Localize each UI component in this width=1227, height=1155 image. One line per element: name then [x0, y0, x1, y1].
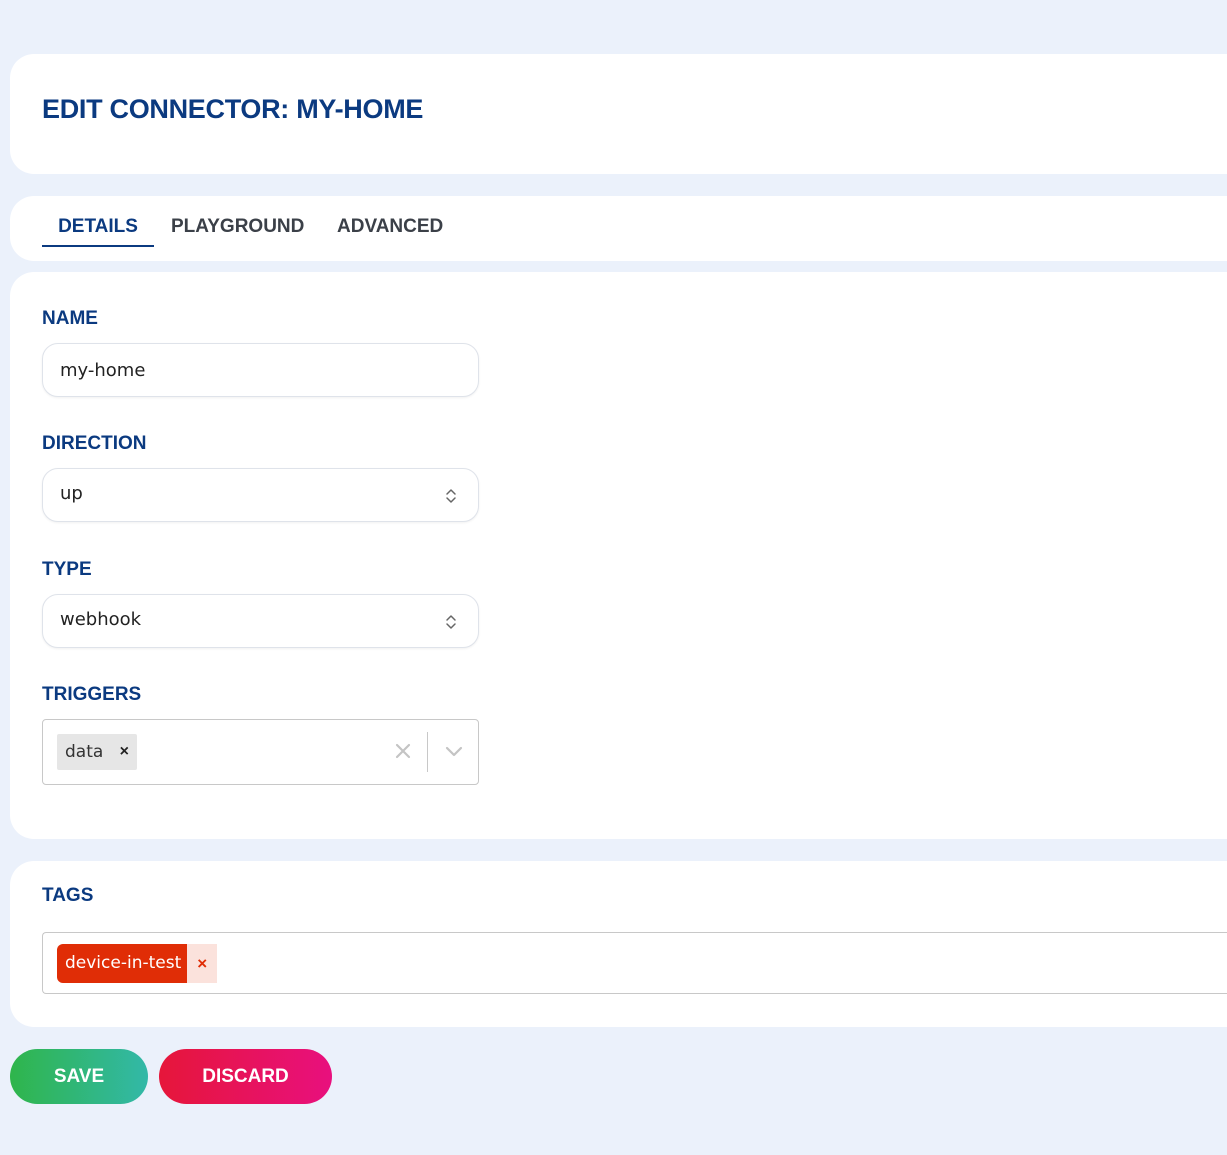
direction-select[interactable]: up	[42, 468, 479, 522]
page-title: EDIT CONNECTOR: MY-HOME	[42, 94, 424, 124]
tab-details[interactable]: DETAILS	[42, 216, 154, 247]
type-select-value: webhook	[60, 609, 142, 630]
tab-advanced[interactable]: ADVANCED	[337, 216, 443, 247]
trigger-chip: data ×	[57, 734, 138, 770]
tag-chip-remove-icon[interactable]: ×	[187, 944, 218, 983]
tags-label: TAGS	[42, 885, 94, 906]
tag-chip: device-in-test ×	[57, 944, 218, 983]
select-caret-icon	[446, 615, 456, 629]
indicator-separator	[427, 732, 428, 772]
tabs-bar: DETAILS PLAYGROUND ADVANCED	[10, 196, 1227, 261]
tags-card: TAGS device-in-test ×	[10, 861, 1227, 1027]
type-label: TYPE	[42, 559, 92, 580]
name-input[interactable]	[43, 344, 478, 396]
triggers-multiselect[interactable]: data ×	[42, 719, 479, 785]
save-button[interactable]: SAVE	[10, 1049, 148, 1104]
name-label: NAME	[42, 308, 98, 329]
clear-icon[interactable]	[394, 742, 412, 760]
direction-select-value: up	[60, 483, 83, 504]
trigger-chip-remove-icon[interactable]: ×	[111, 734, 137, 770]
tab-playground[interactable]: PLAYGROUND	[171, 216, 304, 247]
triggers-label: TRIGGERS	[42, 684, 142, 705]
trigger-chip-label: data	[65, 742, 104, 762]
select-caret-icon	[446, 489, 456, 503]
name-field-wrapper	[42, 343, 479, 397]
header-card: EDIT CONNECTOR: MY-HOME	[10, 54, 1227, 174]
discard-button[interactable]: DISCARD	[159, 1049, 332, 1104]
tag-chip-label: device-in-test	[57, 944, 188, 983]
tags-input[interactable]: device-in-test ×	[42, 932, 1227, 994]
type-select[interactable]: webhook	[42, 594, 479, 648]
chevron-down-icon[interactable]	[444, 744, 464, 758]
details-form: NAME DIRECTION up TYPE webhook TRIGGERS …	[10, 272, 1227, 839]
direction-label: DIRECTION	[42, 433, 147, 454]
